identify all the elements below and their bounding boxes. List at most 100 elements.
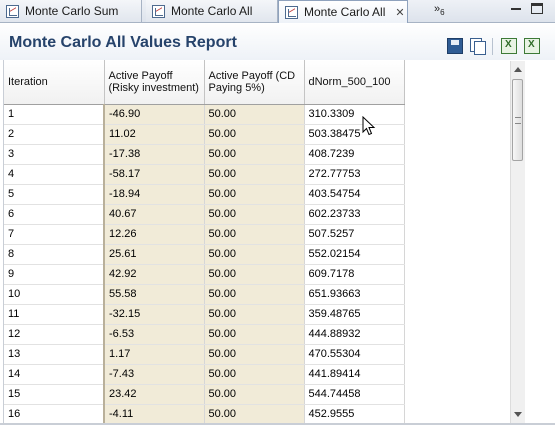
table-row[interactable]: 11 -32.15 50.00 359.48765	[4, 304, 405, 325]
cell-cd-payoff: 50.00	[204, 284, 305, 305]
editor-tab-bar: Monte Carlo Sum Monte Carlo All Monte Ca…	[0, 0, 555, 23]
mouse-cursor-icon	[362, 116, 376, 136]
cell-iteration: 7	[4, 224, 105, 245]
cell-cd-payoff: 50.00	[204, 344, 305, 365]
column-header-dnorm[interactable]: dNorm_500_100	[304, 60, 405, 105]
chart-icon	[152, 4, 165, 18]
cell-dnorm: 452.9555	[304, 404, 405, 423]
cell-iteration: 10	[4, 284, 105, 305]
table-row[interactable]: 1 -46.90 50.00 310.3309	[4, 104, 405, 125]
cell-risky-payoff: -17.38	[103, 144, 205, 165]
cell-iteration: 12	[4, 324, 105, 345]
scroll-down-icon[interactable]	[514, 412, 522, 417]
right-gutter	[525, 61, 555, 425]
cell-dnorm: 310.3309	[304, 104, 405, 125]
cell-iteration: 15	[4, 384, 105, 405]
table-row[interactable]: 15 23.42 50.00 544.74458	[4, 384, 405, 405]
cell-cd-payoff: 50.00	[204, 144, 305, 165]
cell-cd-payoff: 50.00	[204, 324, 305, 345]
column-header-cd[interactable]: Active Payoff (CD Paying 5%)	[204, 60, 305, 105]
cell-dnorm: 408.7239	[304, 144, 405, 165]
cell-dnorm: 609.7178	[304, 264, 405, 285]
close-icon[interactable]: ✕	[395, 6, 404, 19]
table-row[interactable]: 13 1.17 50.00 470.55304	[4, 344, 405, 365]
table-row[interactable]: 4 -58.17 50.00 272.77753	[4, 164, 405, 185]
table-row[interactable]: 7 12.26 50.00 507.5257	[4, 224, 405, 245]
cell-risky-payoff: -32.15	[103, 304, 205, 325]
scrollbar-thumb[interactable]	[512, 79, 523, 161]
cell-cd-payoff: 50.00	[204, 304, 305, 325]
minimize-icon[interactable]	[509, 3, 523, 15]
tab-monte-carlo-sum[interactable]: Monte Carlo Sum	[0, 0, 142, 22]
table-row[interactable]: 3 -17.38 50.00 408.7239	[4, 144, 405, 165]
column-header-iteration[interactable]: Iteration	[4, 60, 105, 105]
table-row[interactable]: 5 -18.94 50.00 403.54754	[4, 184, 405, 205]
cell-cd-payoff: 50.00	[204, 184, 305, 205]
report-header: Monte Carlo All Values Report	[0, 23, 555, 60]
cell-cd-payoff: 50.00	[204, 124, 305, 145]
export-excel-all-icon[interactable]	[524, 38, 540, 54]
cell-risky-payoff: 42.92	[103, 264, 205, 285]
table-row[interactable]: 12 -6.53 50.00 444.88932	[4, 324, 405, 345]
cell-iteration: 2	[4, 124, 105, 145]
copy-icon[interactable]	[470, 38, 486, 55]
cell-risky-payoff: -46.90	[103, 104, 205, 125]
vertical-scrollbar[interactable]	[510, 61, 525, 423]
cell-cd-payoff: 50.00	[204, 204, 305, 225]
save-icon[interactable]	[447, 38, 463, 54]
maximize-icon[interactable]	[531, 3, 543, 14]
column-header-risky[interactable]: Active Payoff (Risky investment)	[104, 60, 205, 105]
cell-risky-payoff: -18.94	[103, 184, 205, 205]
export-excel-icon[interactable]	[501, 38, 517, 54]
cell-dnorm: 507.5257	[304, 224, 405, 245]
cell-dnorm: 544.74458	[304, 384, 405, 405]
cell-iteration: 4	[4, 164, 105, 185]
cell-dnorm: 552.02154	[304, 244, 405, 265]
cell-cd-payoff: 50.00	[204, 224, 305, 245]
cell-iteration: 16	[4, 404, 105, 423]
table-row[interactable]: 8 25.61 50.00 552.02154	[4, 244, 405, 265]
tab-label: Monte Carlo All	[171, 4, 253, 18]
cell-dnorm: 651.93663	[304, 284, 405, 305]
tab-label: Monte Carlo All	[304, 5, 386, 19]
cell-iteration: 8	[4, 244, 105, 265]
table-row[interactable]: 2 11.02 50.00 503.38475	[4, 124, 405, 145]
cell-dnorm: 503.38475	[304, 124, 405, 145]
tab-overflow-button[interactable]: »6	[434, 3, 445, 17]
cell-cd-payoff: 50.00	[204, 404, 305, 423]
table-row[interactable]: 16 -4.11 50.00 452.9555	[4, 404, 405, 423]
cell-risky-payoff: -7.43	[103, 364, 205, 385]
table-row[interactable]: 14 -7.43 50.00 441.89414	[4, 364, 405, 385]
cell-iteration: 3	[4, 144, 105, 165]
cell-dnorm: 602.23733	[304, 204, 405, 225]
cell-cd-payoff: 50.00	[204, 164, 305, 185]
scroll-up-icon[interactable]	[514, 67, 522, 72]
table-body: 1 -46.90 50.00 310.3309 2 11.02 50.00 503.38475…	[4, 104, 405, 423]
cell-risky-payoff: 12.26	[103, 224, 205, 245]
cell-dnorm: 441.89414	[304, 364, 405, 385]
tab-monte-carlo-all-active[interactable]: Monte Carlo All ✕	[278, 0, 408, 23]
cell-cd-payoff: 50.00	[204, 244, 305, 265]
cell-risky-payoff: -6.53	[103, 324, 205, 345]
cell-cd-payoff: 50.00	[204, 364, 305, 385]
cell-cd-payoff: 50.00	[204, 264, 305, 285]
page-title: Monte Carlo All Values Report	[9, 34, 237, 51]
cell-risky-payoff: 11.02	[103, 124, 205, 145]
cell-risky-payoff: -4.11	[103, 404, 205, 423]
cell-iteration: 5	[4, 184, 105, 205]
cell-dnorm: 403.54754	[304, 184, 405, 205]
cell-dnorm: 470.55304	[304, 344, 405, 365]
cell-dnorm: 444.88932	[304, 324, 405, 345]
tab-monte-carlo-all[interactable]: Monte Carlo All	[146, 0, 278, 22]
tab-label: Monte Carlo Sum	[25, 4, 119, 18]
cell-risky-payoff: 40.67	[103, 204, 205, 225]
cell-iteration: 1	[4, 104, 105, 125]
cell-cd-payoff: 50.00	[204, 104, 305, 125]
table-row[interactable]: 10 55.58 50.00 651.93663	[4, 284, 405, 305]
cell-iteration: 14	[4, 364, 105, 385]
table-row[interactable]: 6 40.67 50.00 602.23733	[4, 204, 405, 225]
table-row[interactable]: 9 42.92 50.00 609.7178	[4, 264, 405, 285]
cell-risky-payoff: -58.17	[103, 164, 205, 185]
toolbar-separator	[492, 38, 493, 55]
chart-icon	[6, 4, 19, 18]
